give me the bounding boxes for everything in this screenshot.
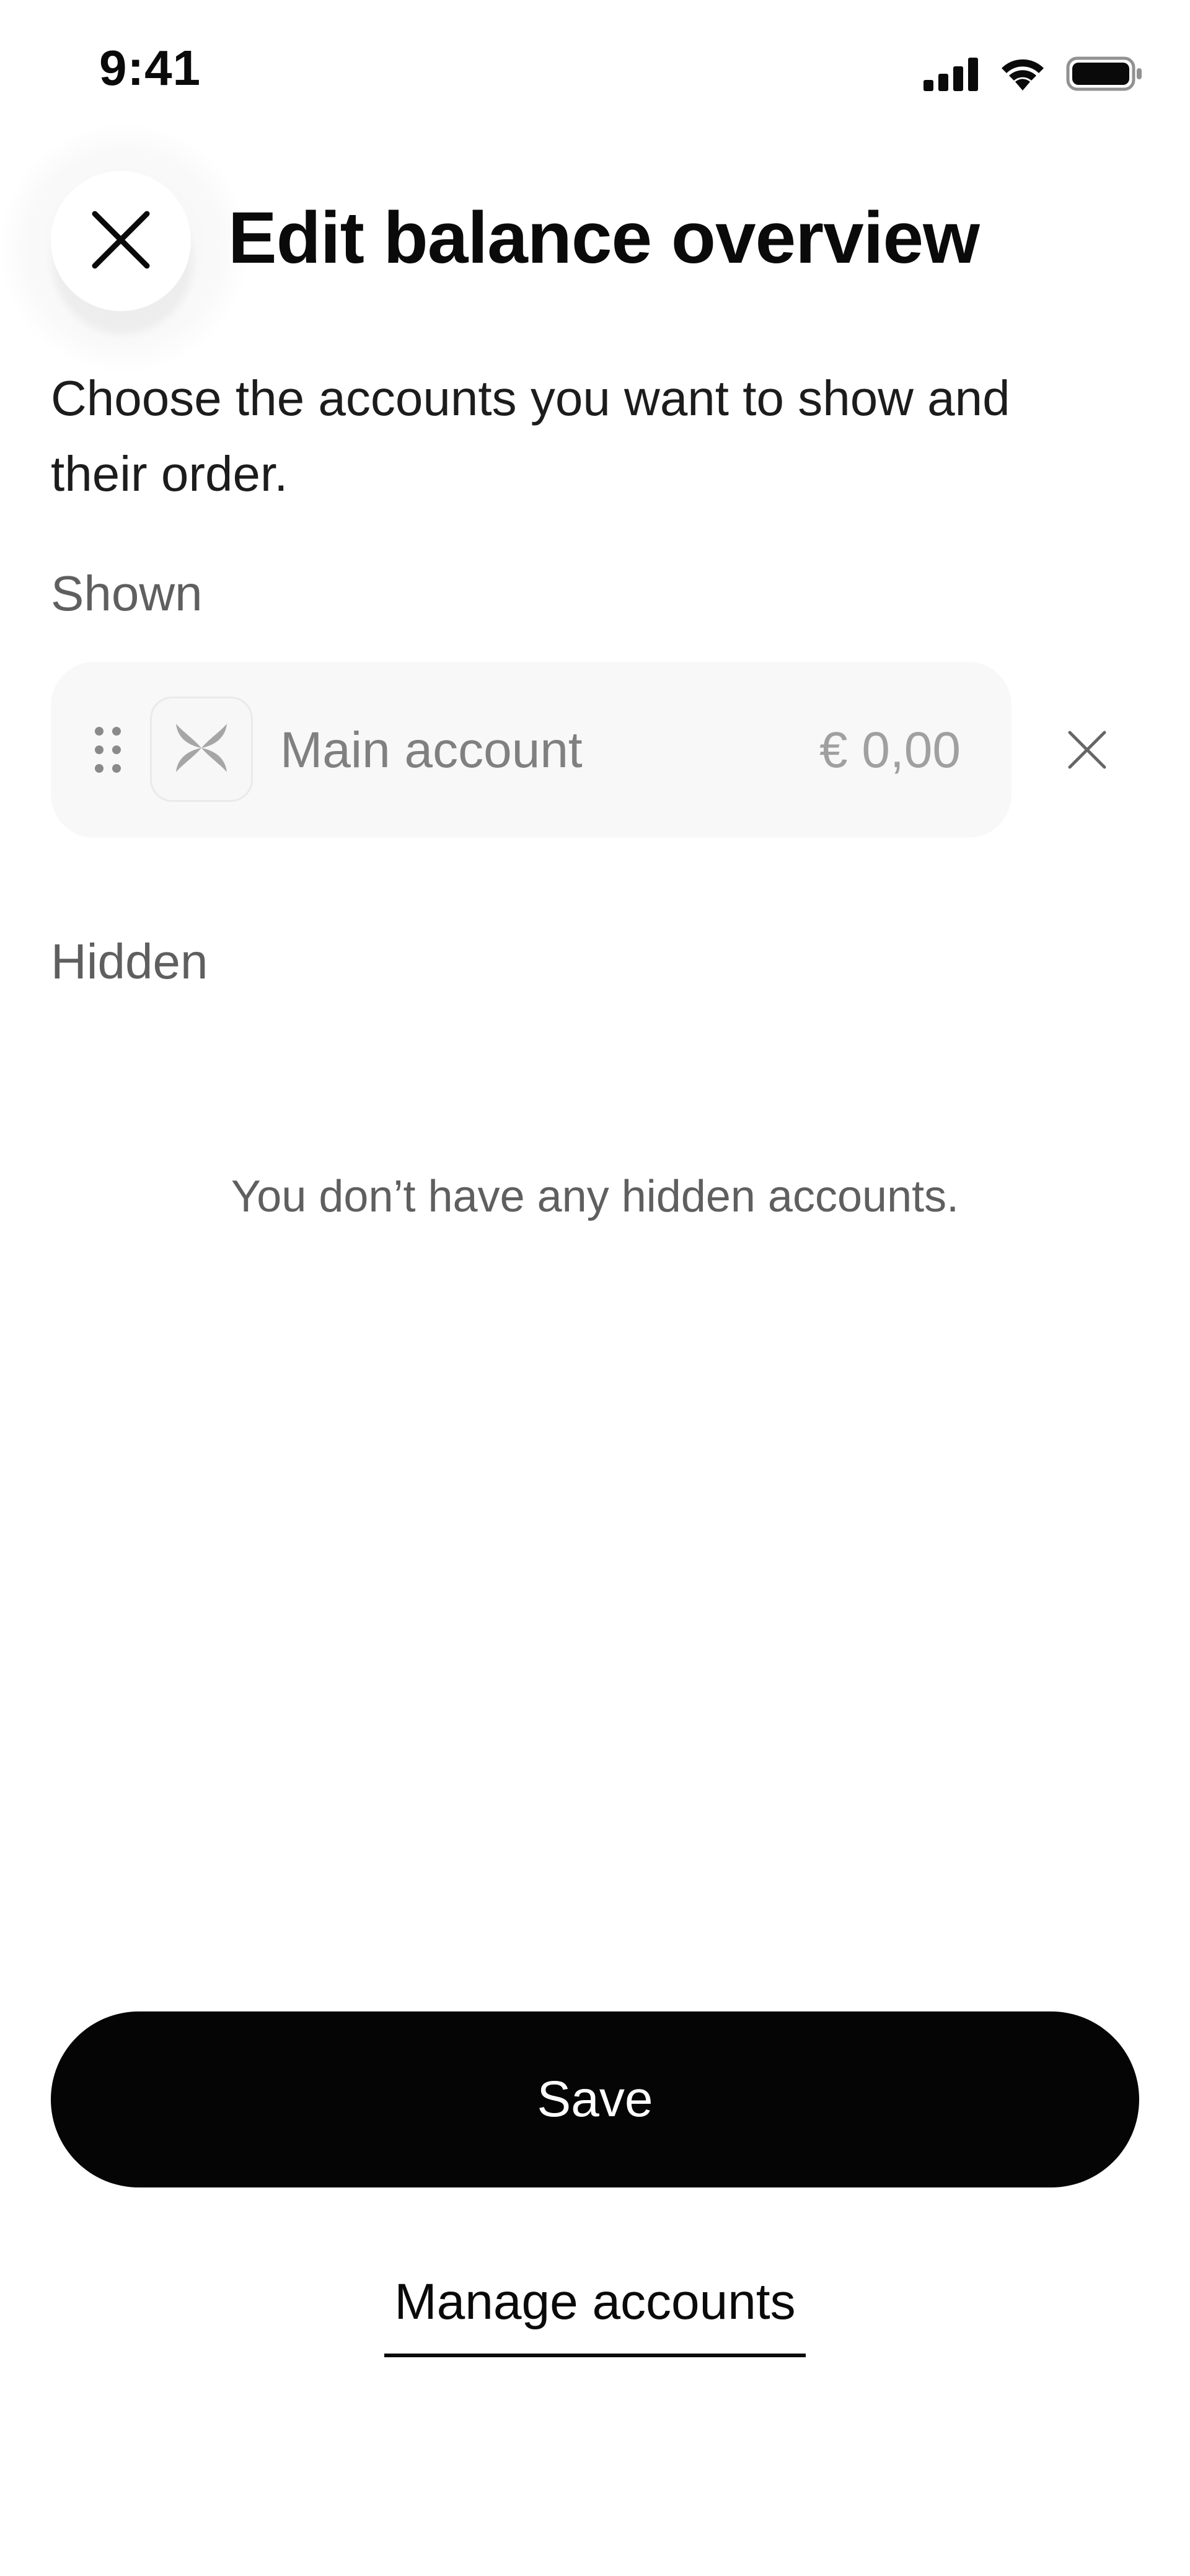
page-title: Edit balance overview	[228, 197, 980, 279]
account-name: Main account	[280, 722, 583, 778]
account-balance: € 0,00	[819, 722, 961, 778]
close-button[interactable]	[51, 171, 191, 311]
hidden-empty-message: You don’t have any hidden accounts.	[231, 1172, 959, 1221]
cellular-signal-icon	[923, 56, 979, 91]
manage-accounts-link[interactable]: Manage accounts	[384, 2273, 806, 2357]
brand-logo-icon	[174, 720, 229, 779]
status-bar: 9:41	[0, 0, 1190, 143]
status-icons	[923, 52, 1143, 95]
account-logo	[150, 697, 253, 802]
account-row-main-account[interactable]: Main account € 0,00	[51, 662, 1011, 838]
wifi-icon	[998, 56, 1047, 92]
edit-balance-overview-screen: 9:41 Edit balance overview Choose the ac…	[0, 0, 1190, 2576]
close-icon	[91, 210, 151, 273]
status-time: 9:41	[99, 40, 201, 95]
save-button[interactable]: Save	[51, 2011, 1139, 2187]
battery-icon	[1066, 55, 1143, 92]
drag-handle-icon[interactable]	[94, 726, 121, 773]
hidden-section-label: Hidden	[51, 934, 208, 989]
shown-section-label: Shown	[51, 566, 203, 621]
remove-icon	[1067, 730, 1107, 773]
page-description: Choose the accounts you want to show and…	[51, 371, 1010, 501]
remove-account-button[interactable]	[1049, 713, 1126, 789]
